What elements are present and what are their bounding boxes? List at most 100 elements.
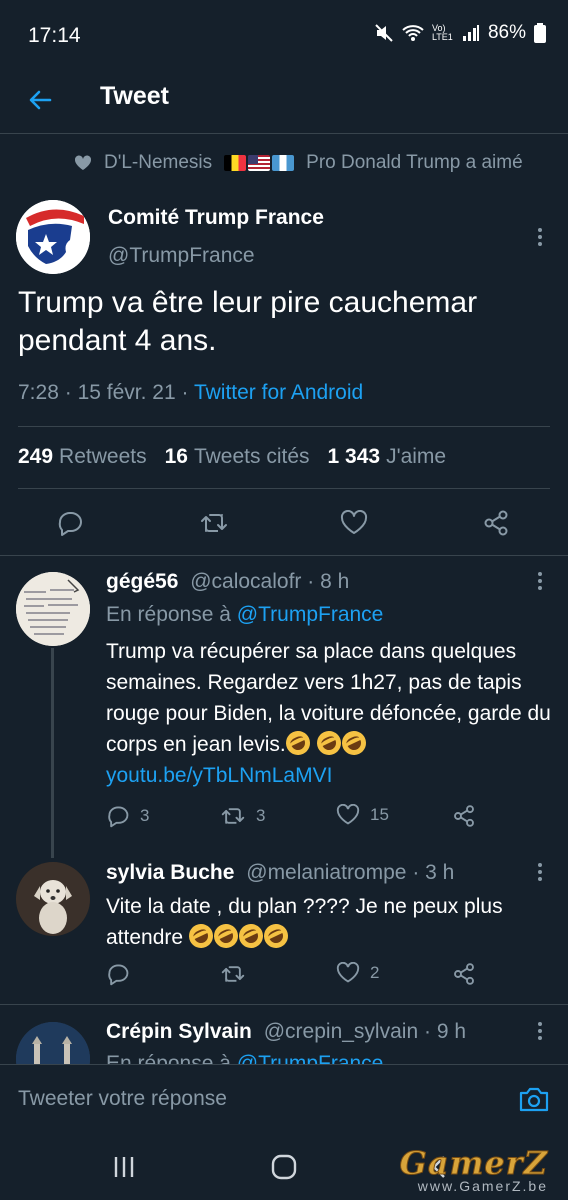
camera-button[interactable] (516, 1081, 552, 1117)
reply-time: 9 h (436, 1020, 467, 1043)
meta-separator: · (307, 570, 315, 593)
retweets-label: Retweets (59, 445, 147, 468)
reply-button[interactable] (54, 507, 86, 539)
guatemala-flag-icon (272, 155, 295, 171)
heart-icon (336, 804, 360, 825)
tweet-text: Trump va être leur pire cauchemar pendan… (18, 286, 478, 357)
tweet-source-link[interactable]: Twitter for Android (194, 381, 363, 404)
reply-text: Vite la date , du plan ???? Je ne peux p… (106, 891, 551, 953)
share-icon (454, 963, 474, 985)
quotes-stat[interactable]: 16 Tweets cités (165, 445, 310, 469)
reply-link[interactable]: youtu.be/yTbLNmLaMVI (106, 764, 332, 787)
rofl-emoji-icon (184, 920, 217, 952)
reply-more-button[interactable] (530, 1016, 550, 1046)
rofl-emoji-icon (234, 920, 267, 952)
reply-avatar[interactable] (16, 1022, 90, 1064)
rofl-emoji-icon (209, 920, 242, 952)
reply-to-mention[interactable]: @TrumpFrance (237, 603, 384, 626)
share-button[interactable] (480, 507, 512, 539)
dog-photo-avatar-icon (16, 862, 90, 936)
liked-by-name[interactable]: D'L-Nemesis (104, 152, 212, 174)
retweet-count: 3 (256, 806, 266, 825)
reply-share-button[interactable] (452, 962, 476, 986)
more-dot (538, 863, 542, 867)
reply-reply-button[interactable]: 3 (106, 804, 149, 828)
retweets-stat[interactable]: 249 Retweets (18, 445, 147, 469)
status-bar: 17:14 Vo) LTE1 86% (0, 0, 568, 70)
reply-retweet-button[interactable]: 3 (220, 804, 265, 828)
reply-header: Crépin Sylvain @crepin_sylvain · 9 h (106, 1020, 466, 1044)
likes-stat[interactable]: 1 343 J'aime (328, 445, 447, 469)
reply-avatar[interactable] (16, 572, 90, 646)
reply-item: Crépin Sylvain @crepin_sylvain · 9 h En … (0, 1004, 568, 1064)
mute-icon (375, 24, 393, 42)
flag-emojis (224, 155, 295, 171)
back-button[interactable] (22, 82, 58, 118)
reply-author-name[interactable]: Crépin Sylvain (106, 1020, 252, 1043)
author-name[interactable]: Comité Trump France (108, 206, 324, 230)
tweet-actions (0, 503, 568, 543)
reply-to-line: En réponse à @TrumpFrance (106, 1052, 383, 1064)
trump-france-logo-icon (16, 200, 90, 274)
reply-author-name[interactable]: gégé56 (106, 570, 178, 593)
page-title: Tweet (100, 82, 169, 110)
share-icon (484, 510, 508, 536)
like-button[interactable] (338, 507, 370, 539)
reply-author-handle[interactable]: @crepin_sylvain (264, 1020, 418, 1043)
reply-author-handle[interactable]: @melaniatrompe (246, 861, 406, 884)
belgium-flag-icon (224, 155, 247, 171)
reply-time: 3 h (425, 861, 455, 884)
home-button[interactable] (264, 1152, 304, 1182)
meta-separator: · (412, 861, 420, 884)
reply-avatar[interactable] (16, 862, 90, 936)
recent-apps-button[interactable] (104, 1152, 144, 1182)
status-time: 17:14 (28, 24, 81, 47)
reply-icon (58, 512, 82, 536)
watermark-url: www.GamerZ.be (417, 1178, 548, 1194)
reply-composer: Tweeter votre réponse (0, 1064, 568, 1134)
reply-to-prefix: En réponse à (106, 1052, 231, 1064)
reply-author-name[interactable]: sylvia Buche (106, 861, 234, 884)
more-dot (538, 877, 542, 881)
reply-retweet-button[interactable] (220, 962, 246, 986)
reply-like-button[interactable]: 15 (336, 804, 389, 826)
heart-icon (336, 962, 360, 983)
laughing-emoji-icon (312, 727, 345, 759)
battery-percent: 86% (487, 22, 526, 43)
reply-more-button[interactable] (530, 857, 550, 887)
reply-to-mention[interactable]: @TrumpFrance (237, 1052, 384, 1064)
watermark-logo: GamerZ (399, 1144, 548, 1183)
share-icon (454, 805, 474, 827)
tweet-stats: 249 Retweets 16 Tweets cités 1 343 J'aime (18, 445, 446, 469)
reply-reply-button[interactable] (106, 962, 130, 986)
reply-share-button[interactable] (452, 804, 476, 828)
reply-to-line: En réponse à @TrumpFrance (106, 603, 383, 627)
reply-like-button[interactable]: 2 (336, 962, 379, 984)
more-dot (538, 235, 542, 239)
heart-filled-icon (74, 155, 92, 170)
liked-by-suffix: Pro Donald Trump a aimé (306, 152, 523, 173)
author-avatar[interactable] (16, 200, 90, 274)
more-dot (538, 1029, 542, 1033)
reply-author-handle[interactable]: @calocalofr (190, 570, 301, 593)
tweet-time: 7:28 (18, 381, 59, 404)
author-handle[interactable]: @TrumpFrance (108, 244, 255, 268)
more-dot (538, 242, 542, 246)
reply-to-prefix: En réponse à (106, 603, 231, 626)
battery-icon (534, 23, 546, 43)
reply-more-button[interactable] (530, 566, 550, 596)
reply-header: gégé56 @calocalofr · 8 h (106, 570, 349, 594)
tweet-more-button[interactable] (530, 222, 550, 252)
more-dot (538, 1022, 542, 1026)
like-count: 2 (370, 963, 380, 982)
camera-icon (519, 1087, 549, 1112)
meta-separator: · (64, 381, 72, 404)
reply-body: Vite la date , du plan ???? Je ne peux p… (106, 895, 503, 949)
building-photo-avatar-icon (16, 1022, 90, 1064)
laughing-emoji-icon (337, 727, 370, 759)
retweet-button[interactable] (198, 507, 230, 539)
reply-input[interactable]: Tweeter votre réponse (18, 1087, 227, 1111)
app-header: Tweet (0, 70, 568, 134)
heart-icon (340, 510, 368, 534)
recent-apps-icon (114, 1157, 134, 1177)
